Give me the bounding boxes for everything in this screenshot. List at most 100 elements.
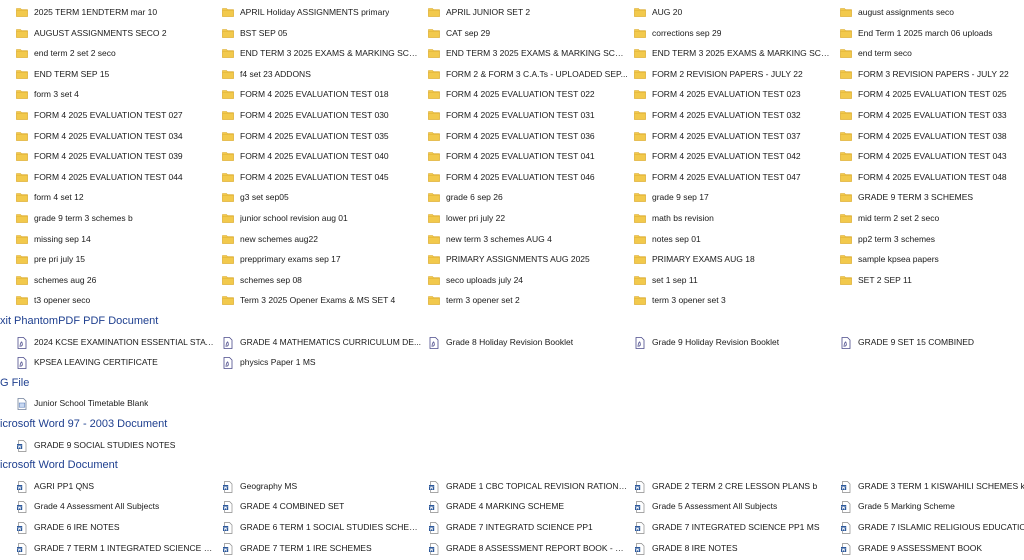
folder-item[interactable]: mid term 2 set 2 seco (840, 208, 1024, 228)
word-item[interactable]: GRADE 3 TERM 1 KISWAHILI SCHEMES klb (840, 476, 1024, 496)
group-header-word97[interactable]: icrosoft Word 97 - 2003 Document (0, 415, 167, 433)
pdf-item[interactable]: 2024 KCSE EXAMINATION ESSENTIAL STATI... (16, 332, 216, 352)
folder-item[interactable]: PRIMARY ASSIGNMENTS AUG 2025 (428, 249, 628, 269)
folder-item[interactable]: FORM 4 2025 EVALUATION TEST 025 (840, 84, 1024, 104)
folder-item[interactable]: FORM 2 & FORM 3 C.A.Ts - UPLOADED SEP... (428, 64, 628, 84)
word-item[interactable]: GRADE 7 ISLAMIC RELIGIOUS EDUCATION (840, 517, 1024, 537)
folder-item[interactable]: END TERM 3 2025 EXAMS & MARKING SCH... (634, 43, 834, 63)
folder-item[interactable]: END TERM SEP 15 (16, 64, 216, 84)
word-item[interactable]: Grade 4 Assessment All Subjects (16, 496, 216, 516)
folder-item[interactable]: FORM 4 2025 EVALUATION TEST 027 (16, 105, 216, 125)
folder-item[interactable]: FORM 2 REVISION PAPERS - JULY 22 (634, 64, 834, 84)
pdf-item[interactable]: Grade 9 Holiday Revision Booklet (634, 332, 834, 352)
folder-item[interactable]: missing sep 14 (16, 229, 216, 249)
folder-item[interactable]: FORM 4 2025 EVALUATION TEST 040 (222, 146, 422, 166)
folder-item[interactable]: 2025 TERM 1ENDTERM mar 10 (16, 2, 216, 22)
folder-item[interactable]: term 3 opener set 2 (428, 290, 628, 310)
pdf-item[interactable]: physics Paper 1 MS (222, 352, 422, 372)
folder-item[interactable]: FORM 4 2025 EVALUATION TEST 035 (222, 126, 422, 146)
folder-item[interactable]: notes sep 01 (634, 229, 834, 249)
word-item[interactable]: GRADE 7 INTEGRATD SCIENCE PP1 (428, 517, 628, 537)
folder-item[interactable]: PRIMARY EXAMS AUG 18 (634, 249, 834, 269)
folder-item[interactable]: f4 set 23 ADDONS (222, 64, 422, 84)
folder-item[interactable]: CAT sep 29 (428, 23, 628, 43)
folder-item[interactable]: FORM 4 2025 EVALUATION TEST 022 (428, 84, 628, 104)
folder-item[interactable]: FORM 4 2025 EVALUATION TEST 038 (840, 126, 1024, 146)
group-header-word[interactable]: icrosoft Word Document (0, 456, 118, 474)
word-item[interactable]: GRADE 7 INTEGRATED SCIENCE PP1 MS (634, 517, 834, 537)
folder-item[interactable]: term 3 opener set 3 (634, 290, 834, 310)
folder-item[interactable]: FORM 4 2025 EVALUATION TEST 023 (634, 84, 834, 104)
folder-item[interactable]: SET 2 SEP 11 (840, 270, 1024, 290)
folder-item[interactable]: END TERM 3 2025 EXAMS & MARKING SCHE... (428, 43, 628, 63)
folder-item[interactable]: End Term 1 2025 march 06 uploads (840, 23, 1024, 43)
folder-item[interactable]: grade 9 sep 17 (634, 187, 834, 207)
image-item[interactable]: Junior School Timetable Blank (16, 393, 216, 413)
folder-item[interactable]: FORM 4 2025 EVALUATION TEST 037 (634, 126, 834, 146)
word-item[interactable]: GRADE 8 ASSESSMENT REPORT BOOK - RE... (428, 538, 628, 558)
group-header-pdf[interactable]: xit PhantomPDF PDF Document (0, 312, 158, 330)
folder-item[interactable]: FORM 4 2025 EVALUATION TEST 030 (222, 105, 422, 125)
folder-item[interactable]: FORM 4 2025 EVALUATION TEST 032 (634, 105, 834, 125)
folder-item[interactable]: form 4 set 12 (16, 187, 216, 207)
folder-item[interactable]: set 1 sep 11 (634, 270, 834, 290)
folder-item[interactable]: FORM 4 2025 EVALUATION TEST 047 (634, 167, 834, 187)
folder-item[interactable]: FORM 4 2025 EVALUATION TEST 034 (16, 126, 216, 146)
folder-item[interactable]: BST SEP 05 (222, 23, 422, 43)
folder-item[interactable]: august assignments seco (840, 2, 1024, 22)
word-item[interactable]: Geography MS (222, 476, 422, 496)
folder-item[interactable]: FORM 4 2025 EVALUATION TEST 033 (840, 105, 1024, 125)
folder-item[interactable]: Term 3 2025 Opener Exams & MS SET 4 (222, 290, 422, 310)
folder-item[interactable]: FORM 4 2025 EVALUATION TEST 031 (428, 105, 628, 125)
folder-item[interactable]: FORM 4 2025 EVALUATION TEST 048 (840, 167, 1024, 187)
folder-item[interactable]: corrections sep 29 (634, 23, 834, 43)
folder-item[interactable]: pp2 term 3 schemes (840, 229, 1024, 249)
folder-item[interactable]: FORM 4 2025 EVALUATION TEST 045 (222, 167, 422, 187)
folder-item[interactable]: GRADE 9 TERM 3 SCHEMES (840, 187, 1024, 207)
folder-item[interactable]: end term seco (840, 43, 1024, 63)
folder-item[interactable]: grade 6 sep 26 (428, 187, 628, 207)
folder-item[interactable]: END TERM 3 2025 EXAMS & MARKING SCH... (222, 43, 422, 63)
word-item[interactable]: Grade 5 Assessment All Subjects (634, 496, 834, 516)
word-item[interactable]: GRADE 7 TERM 1 IRE SCHEMES (222, 538, 422, 558)
folder-item[interactable]: AUG 20 (634, 2, 834, 22)
folder-item[interactable]: junior school revision aug 01 (222, 208, 422, 228)
folder-item[interactable]: end term 2 set 2 seco (16, 43, 216, 63)
word-item[interactable]: GRADE 6 TERM 1 SOCIAL STUDIES SCHEMES (222, 517, 422, 537)
folder-item[interactable]: grade 9 term 3 schemes b (16, 208, 216, 228)
folder-item[interactable]: FORM 4 2025 EVALUATION TEST 042 (634, 146, 834, 166)
folder-item[interactable]: lower pri july 22 (428, 208, 628, 228)
folder-item[interactable]: FORM 4 2025 EVALUATION TEST 046 (428, 167, 628, 187)
pdf-item[interactable]: KPSEA LEAVING CERTIFICATE (16, 352, 216, 372)
folder-item[interactable]: form 3 set 4 (16, 84, 216, 104)
folder-item[interactable]: new term 3 schemes AUG 4 (428, 229, 628, 249)
folder-item[interactable]: FORM 3 REVISION PAPERS - JULY 22 (840, 64, 1024, 84)
folder-item[interactable]: pre pri july 15 (16, 249, 216, 269)
folder-item[interactable]: schemes sep 08 (222, 270, 422, 290)
word-item[interactable]: GRADE 7 TERM 1 INTEGRATED SCIENCE SC... (16, 538, 216, 558)
folder-item[interactable]: FORM 4 2025 EVALUATION TEST 043 (840, 146, 1024, 166)
folder-item[interactable]: g3 set sep05 (222, 187, 422, 207)
folder-item[interactable]: AUGUST ASSIGNMENTS SECO 2 (16, 23, 216, 43)
word-item[interactable]: GRADE 9 SOCIAL STUDIES NOTES (16, 435, 216, 455)
word-item[interactable]: AGRI PP1 QNS (16, 476, 216, 496)
folder-item[interactable]: seco uploads july 24 (428, 270, 628, 290)
word-item[interactable]: GRADE 4 COMBINED SET (222, 496, 422, 516)
folder-item[interactable]: math bs revision (634, 208, 834, 228)
folder-item[interactable]: schemes aug 26 (16, 270, 216, 290)
pdf-item[interactable]: Grade 8 Holiday Revision Booklet (428, 332, 628, 352)
pdf-item[interactable]: GRADE 4 MATHEMATICS CURRICULUM DE... (222, 332, 422, 352)
word-item[interactable]: GRADE 6 IRE NOTES (16, 517, 216, 537)
word-item[interactable]: GRADE 9 ASSESSMENT BOOK (840, 538, 1024, 558)
folder-item[interactable]: FORM 4 2025 EVALUATION TEST 039 (16, 146, 216, 166)
folder-item[interactable]: FORM 4 2025 EVALUATION TEST 018 (222, 84, 422, 104)
word-item[interactable]: GRADE 1 CBC TOPICAL REVISION RATIONA... (428, 476, 628, 496)
word-item[interactable]: GRADE 4 MARKING SCHEME (428, 496, 628, 516)
pdf-item[interactable]: GRADE 9 SET 15 COMBINED (840, 332, 1024, 352)
word-item[interactable]: GRADE 8 IRE NOTES (634, 538, 834, 558)
folder-item[interactable]: prepprimary exams sep 17 (222, 249, 422, 269)
word-item[interactable]: GRADE 2 TERM 2 CRE LESSON PLANS b (634, 476, 834, 496)
word-item[interactable]: Grade 5 Marking Scheme (840, 496, 1024, 516)
folder-item[interactable]: FORM 4 2025 EVALUATION TEST 044 (16, 167, 216, 187)
folder-item[interactable]: FORM 4 2025 EVALUATION TEST 041 (428, 146, 628, 166)
